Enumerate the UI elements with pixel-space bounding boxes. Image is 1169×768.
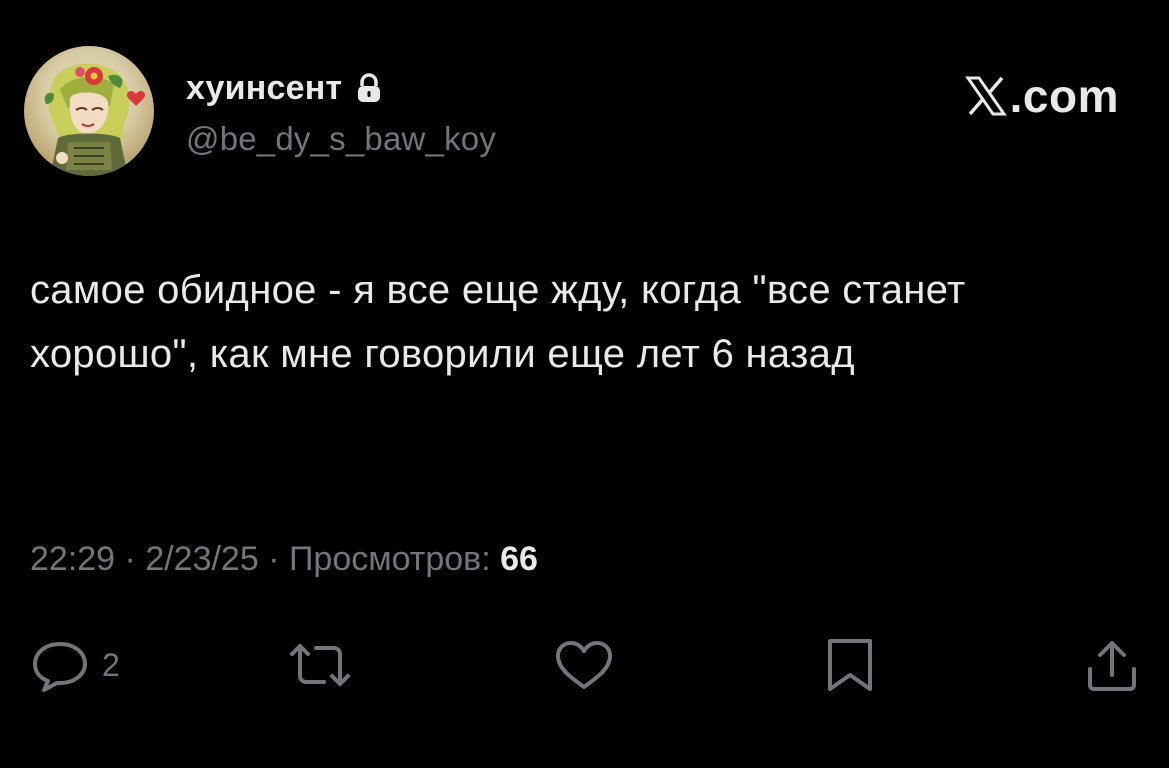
reply-count: 2 [102,646,120,683]
bookmark-button[interactable] [820,630,880,700]
author-name-row: хуинсент [186,66,382,110]
tweet-text: самое обидное - я все еще жду, когда "вс… [30,268,966,376]
tweet-date[interactable]: 2/23/25 [145,540,258,578]
meta-separator: · [115,540,146,578]
author-handle[interactable]: @be_dy_s_baw_koy [186,120,496,158]
bookmark-icon [828,639,872,691]
meta-separator: · [258,540,289,578]
brand-text: .com [1009,70,1119,122]
views-label: Просмотров: [288,540,491,578]
tweet-time[interactable]: 22:29 [30,540,115,578]
avatar[interactable] [24,46,154,176]
lock-icon [356,73,382,103]
heart-icon [556,641,612,689]
avatar-illustration-icon [44,63,146,176]
action-bar: 2 [0,630,1169,700]
like-button[interactable] [552,630,616,700]
display-name[interactable]: хуинсент [186,69,342,108]
x-logo-icon [964,74,1008,118]
share-icon [1088,641,1136,691]
views-count: 66 [500,540,538,578]
tweet-card: хуинсент @be_dy_s_baw_koy .com самое оби… [0,0,1169,768]
retweet-icon [290,644,350,686]
reply-button[interactable]: 2 [30,630,120,700]
brand-watermark: .com [964,68,1119,124]
reply-icon [33,642,87,692]
share-button[interactable] [1082,630,1142,700]
retweet-button[interactable] [286,630,354,700]
tweet-meta: 22:29 · 2/23/25 · Просмотров: 66 [30,540,538,579]
